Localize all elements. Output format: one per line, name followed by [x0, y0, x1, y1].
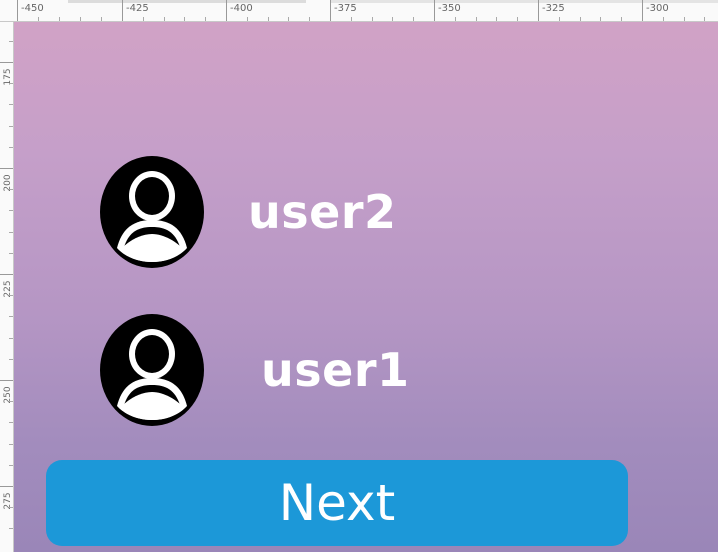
ruler-minor-tick [9, 104, 13, 105]
ruler-minor-tick [38, 17, 39, 21]
user-list-item[interactable]: user2 [100, 156, 397, 268]
ruler-minor-tick [704, 17, 705, 21]
ruler-minor-tick [59, 17, 60, 21]
ruler-minor-tick [9, 210, 13, 211]
ruler-label: 200 [3, 174, 13, 192]
horizontal-ruler: -450 -425 -400 -375 -350 -325 -300 [0, 0, 718, 22]
ruler-minor-tick [496, 17, 497, 21]
ruler-minor-tick [184, 17, 185, 21]
ruler-minor-tick [9, 422, 13, 423]
ruler-minor-tick [392, 17, 393, 21]
ruler-label: 250 [3, 386, 13, 404]
ruler-minor-tick [9, 126, 13, 127]
ruler-major-tick [538, 0, 539, 21]
ruler-minor-tick [9, 41, 13, 42]
ruler-minor-tick [9, 507, 13, 508]
ruler-major-tick [434, 0, 435, 21]
ruler-minor-tick [413, 17, 414, 21]
ruler-minor-tick [663, 17, 664, 21]
ruler-minor-tick [309, 17, 310, 21]
ruler-minor-tick [143, 17, 144, 21]
ruler-minor-tick [288, 17, 289, 21]
user-list-item[interactable]: user1 [100, 314, 410, 426]
ruler-label: -325 [542, 3, 565, 14]
ruler-minor-tick [559, 17, 560, 21]
ruler-label: 175 [3, 68, 13, 86]
ruler-minor-tick [9, 359, 13, 360]
ruler-major-tick [226, 0, 227, 21]
ruler-label: -400 [230, 3, 253, 14]
ruler-minor-tick [268, 17, 269, 21]
ruler-minor-tick [517, 17, 518, 21]
ruler-minor-tick [9, 528, 13, 529]
ruler-minor-tick [621, 17, 622, 21]
ruler-minor-tick [247, 17, 248, 21]
ruler-minor-tick [164, 17, 165, 21]
ruler-minor-tick [372, 17, 373, 21]
ruler-minor-tick [9, 253, 13, 254]
username-label: user2 [248, 185, 397, 239]
ruler-minor-tick [9, 295, 13, 296]
ruler-minor-tick [9, 444, 13, 445]
ruler-minor-tick [476, 17, 477, 21]
ruler-label: 225 [3, 280, 13, 298]
account-circle-icon [100, 156, 204, 268]
ruler-major-tick [0, 62, 13, 63]
ruler-minor-tick [101, 17, 102, 21]
ruler-minor-tick [9, 465, 13, 466]
ruler-minor-tick [9, 232, 13, 233]
ruler-label: -375 [334, 3, 357, 14]
vertical-ruler: 175 200 225 250 275 [0, 22, 14, 552]
ruler-major-tick [122, 0, 123, 21]
ruler-minor-tick [9, 316, 13, 317]
ruler-major-tick [642, 0, 643, 21]
ruler-minor-tick [351, 17, 352, 21]
ruler-major-tick [17, 0, 18, 21]
ruler-minor-tick [9, 189, 13, 190]
ruler-major-tick [330, 0, 331, 21]
ruler-minor-tick [205, 17, 206, 21]
design-canvas: user2 user1 Next [14, 22, 718, 552]
ruler-minor-tick [9, 147, 13, 148]
ruler-major-tick [0, 380, 13, 381]
ruler-minor-tick [9, 83, 13, 84]
ruler-label: 275 [3, 492, 13, 510]
ruler-label: -300 [646, 3, 669, 14]
ruler-minor-tick [600, 17, 601, 21]
ruler-minor-tick [684, 17, 685, 21]
account-circle-icon [100, 314, 204, 426]
ruler-minor-tick [455, 17, 456, 21]
ruler-minor-tick [9, 401, 13, 402]
ruler-major-tick [0, 274, 13, 275]
ruler-selection-band [68, 0, 306, 3]
next-button[interactable]: Next [46, 460, 628, 546]
ruler-minor-tick [580, 17, 581, 21]
ruler-major-tick [0, 168, 13, 169]
ruler-minor-tick [80, 17, 81, 21]
ruler-minor-tick [9, 338, 13, 339]
ruler-label: -350 [438, 3, 461, 14]
ruler-label: -425 [126, 3, 149, 14]
username-label: user1 [261, 343, 410, 397]
ruler-label: -450 [21, 3, 44, 14]
ruler-major-tick [0, 486, 13, 487]
